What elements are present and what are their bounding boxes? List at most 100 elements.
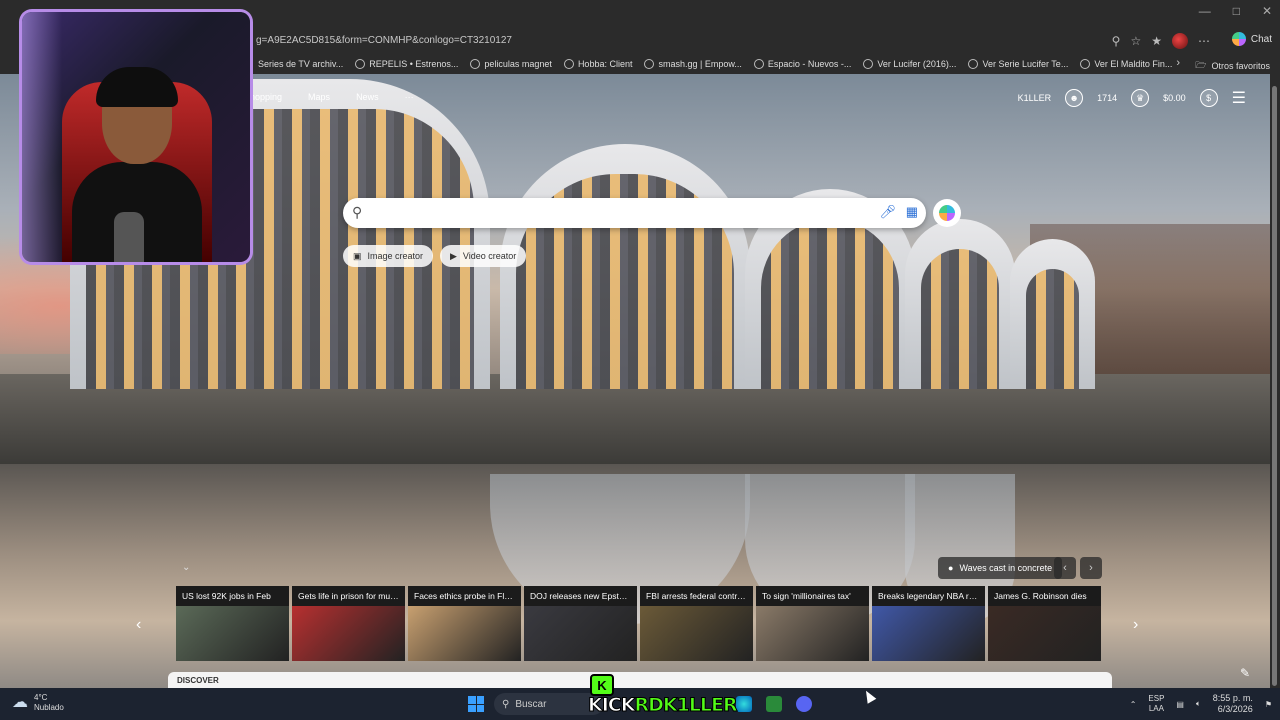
favorites-icon[interactable]: ★ bbox=[1151, 34, 1162, 48]
nav-more[interactable]: ··· bbox=[405, 92, 414, 102]
news-headline: DOJ releases new Epstein d... bbox=[524, 586, 637, 606]
wave-building bbox=[1010, 239, 1095, 389]
scrollbar-thumb[interactable] bbox=[1272, 86, 1277, 686]
user-name[interactable]: K1LLER bbox=[1018, 93, 1052, 103]
notification-bell-icon[interactable]: ⚑ bbox=[1265, 700, 1272, 709]
news-prev-arrow[interactable]: ‹ bbox=[136, 616, 141, 634]
cloud-icon: ☁ bbox=[12, 694, 28, 711]
news-thumbnail bbox=[640, 606, 753, 661]
bookmark-item[interactable]: peliculas magnet bbox=[470, 59, 552, 69]
news-next-arrow[interactable]: › bbox=[1133, 616, 1138, 634]
news-card[interactable]: Faces ethics probe in Florida bbox=[408, 586, 521, 661]
zoom-icon[interactable]: ⚲ bbox=[1112, 34, 1121, 48]
news-card[interactable]: US lost 92K jobs in Feb bbox=[176, 586, 289, 661]
rewards-points[interactable]: 1714 bbox=[1097, 93, 1117, 103]
microphone bbox=[114, 212, 144, 262]
bookmark-item[interactable]: Espacio - Nuevos -... bbox=[753, 59, 851, 69]
copilot-chat-button[interactable]: Chat bbox=[1231, 32, 1272, 46]
bookmark-item[interactable]: smash.gg | Empow... bbox=[644, 59, 742, 69]
news-headline: Gets life in prison for murder bbox=[292, 586, 405, 606]
bookmark-item[interactable]: Hobba: Client bbox=[563, 59, 632, 69]
news-card[interactable]: Breaks legendary NBA reco... bbox=[872, 586, 985, 661]
image-info-caption[interactable]: ● Waves cast in concrete bbox=[938, 557, 1063, 579]
video-creator-button[interactable]: ▶ Video creator bbox=[440, 245, 527, 267]
rewards-trophy-icon[interactable]: ♛ bbox=[1131, 89, 1150, 107]
news-headline: To sign 'millionaires tax' bbox=[756, 586, 869, 606]
nav-shopping[interactable]: hopping bbox=[250, 92, 282, 102]
globe-icon bbox=[753, 59, 764, 69]
network-icon[interactable]: ▤ bbox=[1176, 700, 1184, 709]
language-indicator[interactable]: ESP LAA bbox=[1148, 694, 1164, 714]
bookmark-item[interactable]: REPELIS • Estrenos... bbox=[355, 59, 458, 69]
image-creator-icon: ▣ bbox=[353, 250, 362, 261]
edge-icon[interactable] bbox=[736, 696, 752, 712]
next-image-button[interactable]: › bbox=[1080, 557, 1102, 579]
profile-avatar[interactable] bbox=[1172, 33, 1188, 49]
visual-search-icon[interactable]: ▦ bbox=[906, 204, 918, 220]
bing-nav: hopping Maps News ··· bbox=[250, 92, 414, 102]
folder-icon: 🗁 bbox=[1195, 60, 1207, 70]
copilot-icon bbox=[1231, 32, 1246, 46]
globe-icon bbox=[968, 59, 979, 69]
nav-maps[interactable]: Maps bbox=[308, 92, 330, 102]
bookmark-item[interactable]: Ver El Maldito Fin... bbox=[1080, 59, 1172, 69]
dollar-icon[interactable]: $ bbox=[1199, 89, 1218, 107]
news-headline: FBI arrests federal contractor bbox=[640, 586, 753, 606]
user-icon[interactable]: ☻ bbox=[1065, 89, 1084, 107]
discover-section[interactable]: DISCOVER bbox=[168, 672, 1112, 688]
search-box[interactable]: ⚲ 🎤︎ ▦ bbox=[343, 198, 926, 228]
news-headline: US lost 92K jobs in Feb bbox=[176, 586, 289, 606]
discord-icon[interactable] bbox=[796, 696, 812, 712]
store-icon[interactable] bbox=[766, 696, 782, 712]
bookmark-icon bbox=[563, 59, 574, 69]
other-favorites[interactable]: 🗁 Otros favoritos bbox=[1195, 58, 1270, 74]
news-card[interactable]: Gets life in prison for murder bbox=[292, 586, 405, 661]
maximize-icon[interactable]: □ bbox=[1233, 4, 1240, 18]
smashgg-icon bbox=[644, 59, 655, 69]
bookmark-item[interactable]: Series de TV archiv... bbox=[258, 59, 343, 69]
bookmark-item[interactable]: Ver Serie Lucifer Te... bbox=[968, 59, 1068, 69]
kick-channel-overlay: KICKRDK1LLER bbox=[587, 694, 738, 717]
url-field[interactable]: g=A9E2AC5D815&form=CONMHP&conlogo=CT3210… bbox=[256, 35, 512, 46]
search-icon: ⚲ bbox=[352, 204, 363, 220]
collapse-chevron-icon[interactable]: ⌄ bbox=[182, 562, 190, 573]
volume-icon[interactable]: 🔈︎ bbox=[1196, 699, 1201, 709]
copilot-icon bbox=[939, 205, 955, 221]
hamburger-menu-icon[interactable]: ☰ bbox=[1232, 88, 1246, 108]
bookmark-icon bbox=[1080, 59, 1091, 69]
streamer-webcam bbox=[22, 12, 250, 262]
news-thumbnail bbox=[292, 606, 405, 661]
feedback-icon[interactable]: ✎ bbox=[1240, 666, 1250, 680]
page-scrollbar[interactable] bbox=[1270, 74, 1280, 688]
bookmark-item[interactable]: Ver Lucifer (2016)... bbox=[863, 59, 956, 69]
news-thumbnail bbox=[872, 606, 985, 661]
news-headline: Breaks legendary NBA reco... bbox=[872, 586, 985, 606]
account-area: K1LLER ☻ 1714 ♛ $0.00 $ ☰ bbox=[1018, 88, 1246, 108]
image-creator-button[interactable]: ▣ Image creator bbox=[343, 245, 434, 267]
system-tray: ⌃ ESP LAA ▤ 🔈︎ 8:55 p. m. 6/3/2026 ⚑ bbox=[1130, 693, 1272, 715]
clock[interactable]: 8:55 p. m. 6/3/2026 bbox=[1213, 693, 1253, 715]
address-bar-icons: ⚲ ☆ ★ ⋯ bbox=[1112, 33, 1210, 49]
news-card[interactable]: James G. Robinson dies bbox=[988, 586, 1101, 661]
news-card[interactable]: DOJ releases new Epstein d... bbox=[524, 586, 637, 661]
microphone-icon[interactable]: 🎤︎ bbox=[879, 204, 896, 220]
news-card[interactable]: FBI arrests federal contractor bbox=[640, 586, 753, 661]
close-icon[interactable]: ✕ bbox=[1262, 4, 1272, 18]
news-thumbnail bbox=[176, 606, 289, 661]
news-card[interactable]: To sign 'millionaires tax' bbox=[756, 586, 869, 661]
weather-widget[interactable]: ☁ 4°C Nublado bbox=[12, 693, 64, 713]
previous-image-button[interactable]: ‹ bbox=[1054, 557, 1076, 579]
favorite-star-icon[interactable]: ☆ bbox=[1130, 34, 1141, 48]
news-thumbnail bbox=[988, 606, 1101, 661]
nav-news[interactable]: News bbox=[356, 92, 379, 102]
windows-start-icon[interactable] bbox=[468, 696, 484, 712]
minimize-icon[interactable]: — bbox=[1199, 4, 1211, 18]
balance[interactable]: $0.00 bbox=[1163, 93, 1186, 103]
globe-icon bbox=[863, 59, 874, 69]
copilot-button[interactable] bbox=[933, 199, 961, 227]
chevron-up-icon[interactable]: ⌃ bbox=[1130, 700, 1137, 709]
chevron-right-icon[interactable]: › bbox=[1176, 57, 1180, 69]
more-options-icon[interactable]: ⋯ bbox=[1198, 34, 1210, 48]
globe-icon bbox=[470, 59, 481, 69]
news-thumbnail bbox=[756, 606, 869, 661]
